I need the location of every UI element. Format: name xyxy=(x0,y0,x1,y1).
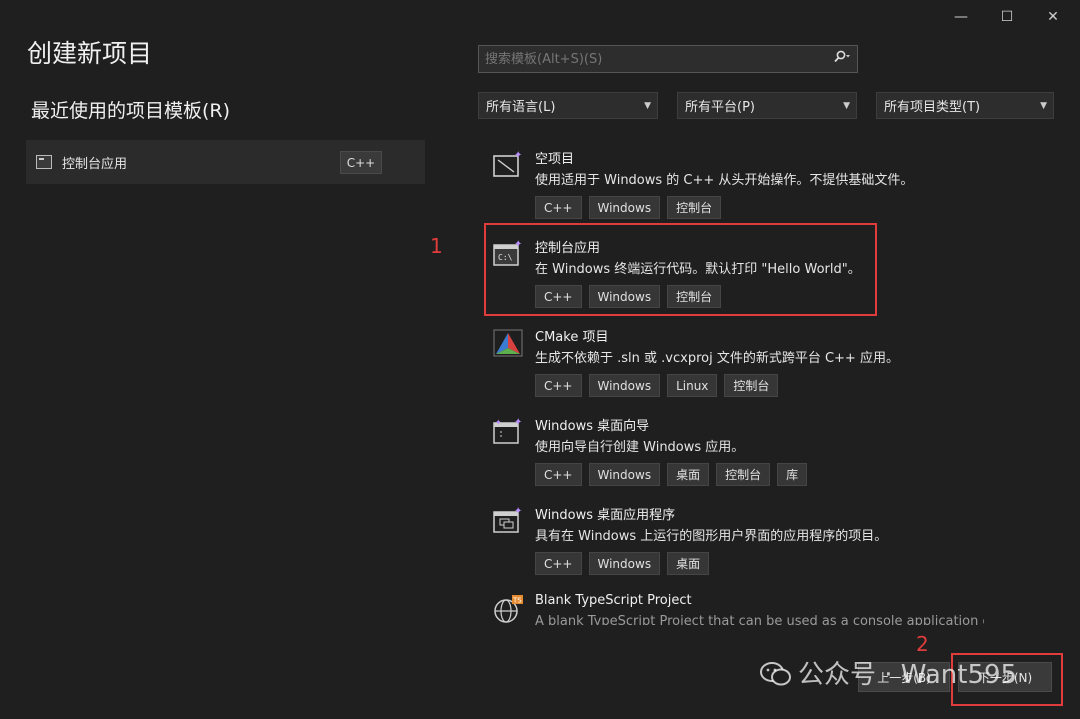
annotation-marker-1: 1 xyxy=(430,234,443,258)
cmake-icon xyxy=(492,326,523,357)
tag: Linux xyxy=(667,374,718,397)
search-input[interactable] xyxy=(479,50,827,68)
chevron-down-icon: ▼ xyxy=(843,100,850,111)
wechat-icon xyxy=(760,661,791,685)
tag: C++ xyxy=(535,374,582,397)
watermark: 公众号 · Want595 xyxy=(760,654,1017,691)
recent-template-lang-tag: C++ xyxy=(340,151,382,174)
template-tags: C++ Windows Linux 控制台 xyxy=(535,374,779,397)
template-desc: 具有在 Windows 上运行的图形用户界面的应用程序的项目。 xyxy=(535,529,888,544)
svg-text:TS: TS xyxy=(512,597,522,605)
tag: C++ xyxy=(535,463,582,486)
tag: Windows xyxy=(588,463,661,486)
search-icon[interactable] xyxy=(827,50,857,68)
recent-template-name: 控制台应用 xyxy=(62,156,128,172)
maximize-button[interactable]: ☐ xyxy=(984,6,1030,28)
language-filter-label: 所有语言(L) xyxy=(486,100,556,115)
highlight-box-console-app xyxy=(484,223,877,316)
tag: 控制台 xyxy=(716,463,771,486)
watermark-text: 公众号 · Want595 xyxy=(798,660,1018,690)
empty-project-icon: ✦ xyxy=(492,148,522,178)
template-desc: 生成不依赖于 .sln 或 .vcxproj 文件的新式跨平台 C++ 应用。 xyxy=(535,351,899,366)
template-tags: C++ Windows 桌面 xyxy=(535,552,710,575)
template-item-desktop-app[interactable]: ✦ Windows 桌面应用程序 具有在 Windows 上运行的图形用户界面的… xyxy=(484,498,974,578)
template-item-desktop-wizard[interactable]: ✦ ✦ Windows 桌面向导 使用向导自行创建 Windows 应用。 C++… xyxy=(484,409,974,489)
template-item-cmake[interactable]: CMake 项目 生成不依赖于 .sln 或 .vcxproj 文件的新式跨平台… xyxy=(484,320,974,400)
template-tags: C++ Windows 桌面 控制台 库 xyxy=(535,463,808,486)
template-name: 空项目 xyxy=(535,152,575,167)
page-title: 创建新项目 xyxy=(27,39,153,68)
chevron-down-icon: ▼ xyxy=(644,100,651,111)
svg-text:✦: ✦ xyxy=(514,150,522,161)
tag: Windows xyxy=(588,196,661,219)
tag: Windows xyxy=(588,552,661,575)
tag: C++ xyxy=(535,196,582,219)
recent-template-item[interactable]: 控制台应用 C++ xyxy=(26,140,425,184)
language-filter[interactable]: 所有语言(L) ▼ xyxy=(478,92,658,119)
template-name: Blank TypeScript Project xyxy=(535,593,692,608)
desktop-wizard-icon: ✦ ✦ xyxy=(492,415,522,445)
tag: 控制台 xyxy=(724,374,779,397)
tag: 库 xyxy=(777,463,808,486)
desktop-app-icon: ✦ xyxy=(492,504,522,534)
template-item-typescript[interactable]: TS Blank TypeScript Project A blank Type… xyxy=(484,587,984,625)
close-button[interactable]: ✕ xyxy=(1030,6,1076,28)
console-app-icon xyxy=(36,155,52,169)
template-name: CMake 项目 xyxy=(535,330,609,345)
tag: 控制台 xyxy=(667,196,722,219)
chevron-down-icon: ▼ xyxy=(1040,100,1047,111)
template-desc: 使用向导自行创建 Windows 应用。 xyxy=(535,440,745,455)
svg-text:✦: ✦ xyxy=(514,506,522,517)
project-type-filter-label: 所有项目类型(T) xyxy=(884,100,981,115)
project-type-filter[interactable]: 所有项目类型(T) ▼ xyxy=(876,92,1054,119)
search-box[interactable] xyxy=(478,45,858,73)
minimize-button[interactable]: — xyxy=(938,6,984,28)
svg-text:✦: ✦ xyxy=(495,418,502,427)
template-list: ✦ 空项目 使用适用于 Windows 的 C++ 从头开始操作。不提供基础文件… xyxy=(484,140,984,625)
tag: 桌面 xyxy=(667,552,710,575)
platform-filter[interactable]: 所有平台(P) ▼ xyxy=(677,92,857,119)
template-desc: 使用适用于 Windows 的 C++ 从头开始操作。不提供基础文件。 xyxy=(535,173,914,188)
template-name: Windows 桌面应用程序 xyxy=(535,508,676,523)
template-name: Windows 桌面向导 xyxy=(535,419,650,434)
window-controls: — ☐ ✕ xyxy=(938,6,1076,28)
platform-filter-label: 所有平台(P) xyxy=(685,100,755,115)
annotation-marker-2: 2 xyxy=(916,632,929,656)
template-desc: A blank TypeScript Project that can be u… xyxy=(535,614,984,625)
typescript-icon: TS xyxy=(492,593,523,623)
tag: 桌面 xyxy=(667,463,710,486)
template-item-empty-project[interactable]: ✦ 空项目 使用适用于 Windows 的 C++ 从头开始操作。不提供基础文件… xyxy=(484,142,974,222)
template-tags: C++ Windows 控制台 xyxy=(535,196,722,219)
tag: Windows xyxy=(588,374,661,397)
tag: C++ xyxy=(535,552,582,575)
recent-templates-heading: 最近使用的项目模板(R) xyxy=(31,100,231,122)
svg-text:✦: ✦ xyxy=(514,417,522,428)
